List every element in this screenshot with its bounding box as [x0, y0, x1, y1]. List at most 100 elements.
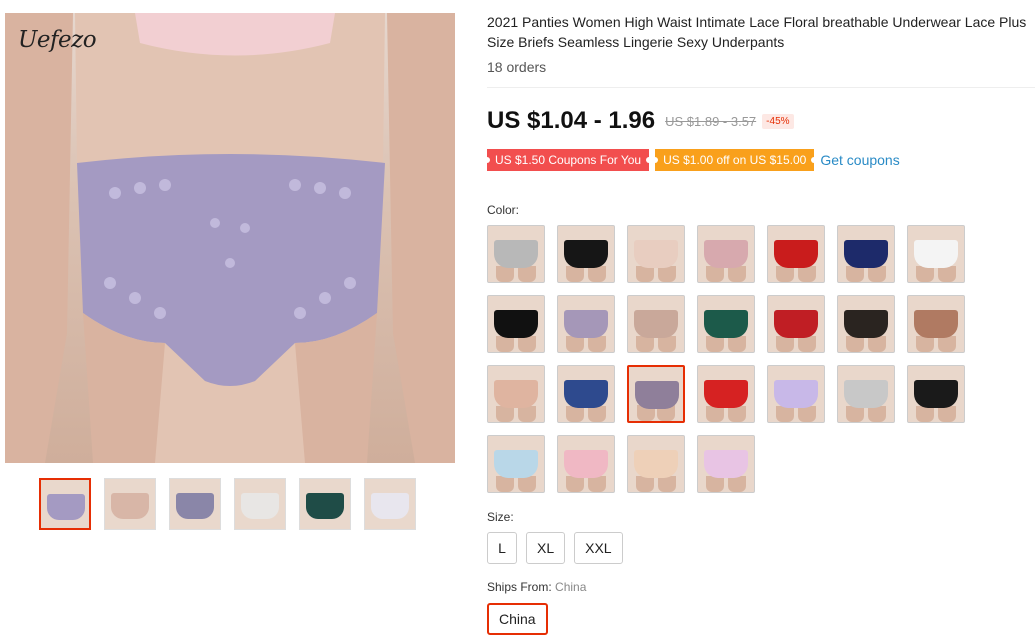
color-swatch[interactable]	[697, 365, 755, 423]
swatch-leg	[636, 266, 654, 282]
color-label: Color:	[487, 203, 520, 217]
swatch-leg	[798, 266, 816, 282]
swatch-leg	[566, 406, 584, 422]
swatch-leg	[566, 266, 584, 282]
get-coupons-link[interactable]: Get coupons	[820, 152, 899, 168]
coupon-badge[interactable]: US $1.50 Coupons For You	[483, 149, 653, 171]
swatch-leg	[868, 266, 886, 282]
color-swatch[interactable]	[907, 365, 965, 423]
swatch-leg	[496, 476, 514, 492]
swatch-garment	[704, 310, 748, 338]
swatch-leg	[846, 406, 864, 422]
swatch-garment	[494, 310, 538, 338]
color-swatch[interactable]	[697, 435, 755, 493]
color-swatch[interactable]	[697, 225, 755, 283]
swatch-garment	[494, 380, 538, 408]
color-swatch[interactable]	[487, 295, 545, 353]
swatch-leg	[518, 476, 536, 492]
swatch-leg	[938, 406, 956, 422]
swatch-leg	[496, 406, 514, 422]
size-option[interactable]: L	[487, 532, 517, 564]
gallery-thumbnail[interactable]	[104, 478, 156, 530]
color-swatch[interactable]	[557, 365, 615, 423]
color-swatch[interactable]	[487, 435, 545, 493]
discount-badge: -45%	[762, 113, 794, 129]
swatch-garment	[914, 380, 958, 408]
swatch-leg	[496, 336, 514, 352]
swatch-leg	[916, 406, 934, 422]
swatch-garment	[634, 240, 678, 268]
color-swatch[interactable]	[557, 295, 615, 353]
color-swatch[interactable]	[907, 295, 965, 353]
color-swatch[interactable]	[767, 225, 825, 283]
color-swatch[interactable]	[767, 365, 825, 423]
swatch-garment	[844, 380, 888, 408]
swatch-garment	[494, 240, 538, 268]
swatch-leg	[518, 266, 536, 282]
swatch-leg	[728, 266, 746, 282]
color-swatch[interactable]	[627, 365, 685, 423]
color-swatch[interactable]	[697, 295, 755, 353]
swatch-leg	[566, 476, 584, 492]
size-option[interactable]: XL	[526, 532, 566, 564]
swatch-leg	[658, 476, 676, 492]
swatch-leg	[566, 336, 584, 352]
swatch-leg	[868, 336, 886, 352]
swatch-garment	[774, 380, 818, 408]
swatch-garment	[914, 240, 958, 268]
gallery-thumbnail[interactable]	[234, 478, 286, 530]
color-swatch[interactable]	[907, 225, 965, 283]
swatch-leg	[636, 336, 654, 352]
swatch-leg	[776, 266, 794, 282]
thumbnail-image	[47, 494, 85, 520]
color-swatch[interactable]	[487, 225, 545, 283]
thumbnail-strip	[39, 478, 429, 532]
color-swatch[interactable]	[767, 295, 825, 353]
gallery-thumbnail[interactable]	[39, 478, 91, 530]
thumbnail-image	[176, 493, 214, 519]
color-swatch[interactable]	[627, 225, 685, 283]
swatch-leg	[798, 406, 816, 422]
coupon-badge[interactable]: US $1.00 off on US $15.00	[652, 149, 818, 171]
gallery-thumbnail[interactable]	[299, 478, 351, 530]
color-swatch[interactable]	[837, 225, 895, 283]
color-swatch[interactable]	[627, 295, 685, 353]
swatch-leg	[588, 336, 606, 352]
size-option[interactable]: XXL	[574, 532, 623, 564]
original-price: US $1.89 - 3.57	[665, 113, 757, 129]
ships-from-label: Ships From: China	[487, 580, 586, 594]
color-swatch[interactable]	[837, 295, 895, 353]
swatch-leg	[518, 336, 536, 352]
ships-from-option[interactable]: China	[487, 603, 548, 635]
color-swatch[interactable]	[627, 435, 685, 493]
swatch-leg	[938, 266, 956, 282]
swatch-garment	[634, 310, 678, 338]
color-swatch[interactable]	[837, 365, 895, 423]
swatch-leg	[588, 476, 606, 492]
swatch-leg	[846, 336, 864, 352]
size-options: L XL XXL	[487, 532, 623, 564]
color-swatch[interactable]	[557, 225, 615, 283]
swatch-leg	[518, 406, 536, 422]
swatch-leg	[846, 266, 864, 282]
swatch-leg	[588, 406, 606, 422]
swatch-garment	[704, 240, 748, 268]
color-swatch[interactable]	[487, 365, 545, 423]
gallery-thumbnail[interactable]	[169, 478, 221, 530]
gallery-thumbnail[interactable]	[364, 478, 416, 530]
swatch-garment	[635, 381, 679, 409]
swatch-leg	[658, 266, 676, 282]
swatch-garment	[844, 240, 888, 268]
swatch-leg	[706, 476, 724, 492]
swatch-garment	[774, 310, 818, 338]
swatch-garment	[494, 450, 538, 478]
swatch-leg	[938, 336, 956, 352]
product-photo	[5, 13, 455, 463]
swatch-leg	[496, 266, 514, 282]
ships-from-label-text: Ships From:	[487, 580, 552, 594]
size-label: Size:	[487, 510, 514, 524]
color-swatch[interactable]	[557, 435, 615, 493]
main-product-image[interactable]: Uefezo	[5, 13, 455, 463]
thumbnail-image	[371, 493, 409, 519]
swatch-leg	[706, 266, 724, 282]
